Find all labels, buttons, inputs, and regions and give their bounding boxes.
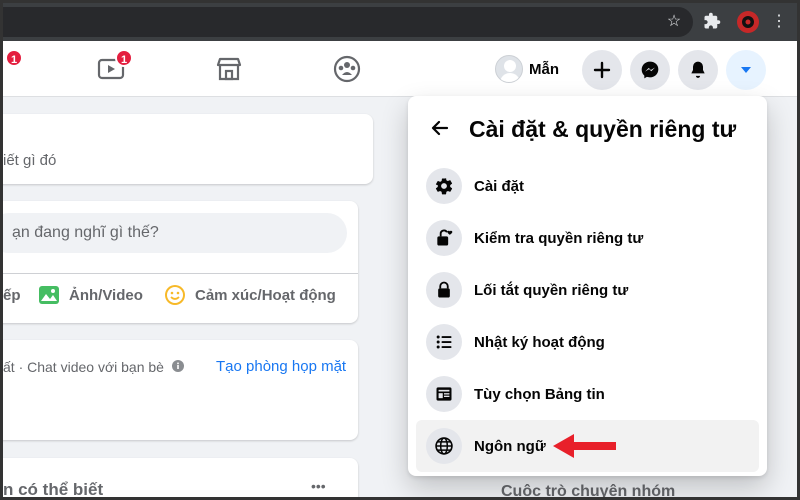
menu-item-settings[interactable]: Cài đặt bbox=[416, 160, 759, 212]
menu-item-label: Tùy chọn Bảng tin bbox=[474, 385, 605, 403]
lock-icon bbox=[426, 272, 462, 308]
menu-item-label: Nhật ký hoạt động bbox=[474, 333, 605, 351]
gear-icon bbox=[426, 168, 462, 204]
address-bar[interactable] bbox=[3, 7, 693, 37]
photo-icon bbox=[39, 286, 59, 304]
menu-item-privacy-checkup[interactable]: Kiểm tra quyền riêng tư bbox=[416, 212, 759, 264]
caret-down-icon bbox=[741, 67, 751, 73]
photo-video-button[interactable]: Ảnh/Video bbox=[37, 282, 143, 308]
menu-item-label: Ngôn ngữ bbox=[474, 437, 546, 455]
photo-video-label: Ảnh/Video bbox=[69, 286, 143, 304]
composer-input[interactable]: ạn đang nghĩ gì thế? bbox=[3, 213, 347, 253]
lock-heart-icon bbox=[426, 220, 462, 256]
menu-item-label: Kiểm tra quyền riêng tư bbox=[474, 229, 644, 247]
menu-item-label: Cài đặt bbox=[474, 177, 525, 195]
watch-badge: 1 bbox=[115, 49, 133, 67]
account-menu-button[interactable] bbox=[726, 50, 766, 90]
menu-title: Cài đặt & quyền riêng tư bbox=[469, 116, 737, 142]
back-arrow-icon[interactable] bbox=[426, 114, 454, 142]
menu-item-label: Lối tắt quyền riêng tư bbox=[474, 281, 629, 299]
settings-privacy-menu: Cài đặt & quyền riêng tư Cài đặt Kiểm tr… bbox=[408, 96, 767, 476]
group-chat-heading: Cuộc trò chuyện nhóm bbox=[501, 483, 676, 497]
live-video-label: ếp bbox=[3, 286, 21, 304]
red-arrow-annotation bbox=[553, 434, 616, 458]
browser-toolbar: ☆ ⋮ bbox=[3, 3, 797, 41]
notification-badge: 1 bbox=[5, 49, 23, 67]
rooms-card: ất · Chat video với bạn bè Tạo phòng họp… bbox=[3, 340, 358, 440]
messenger-button[interactable] bbox=[630, 50, 670, 90]
watch-icon[interactable]: 1 bbox=[95, 49, 133, 85]
marketplace-icon[interactable] bbox=[213, 53, 245, 85]
info-icon[interactable] bbox=[172, 359, 184, 377]
profile-shortcut[interactable]: Mẫn bbox=[495, 49, 559, 89]
status-card: iết gì đó bbox=[3, 114, 373, 184]
menu-header: Cài đặt & quyền riêng tư bbox=[408, 96, 767, 164]
status-snippet: iết gì đó bbox=[3, 152, 57, 169]
menu-item-activity-log[interactable]: Nhật ký hoạt động bbox=[416, 316, 759, 368]
extension-icon[interactable] bbox=[702, 12, 722, 32]
star-icon[interactable]: ☆ bbox=[664, 12, 684, 32]
menu-item-privacy-shortcuts[interactable]: Lối tắt quyền riêng tư bbox=[416, 264, 759, 316]
people-heading: n có thể biết bbox=[3, 480, 104, 497]
feeling-label: Cảm xúc/Hoạt động bbox=[195, 286, 336, 304]
smiley-icon bbox=[165, 285, 185, 305]
create-button[interactable] bbox=[582, 50, 622, 90]
rooms-text: ất · Chat video với bạn bè bbox=[3, 359, 164, 375]
create-room-link[interactable]: Tạo phòng họp mặt bbox=[216, 358, 346, 375]
bell-icon bbox=[691, 61, 705, 78]
menu-item-news-feed-preferences[interactable]: Tùy chọn Bảng tin bbox=[416, 368, 759, 420]
avatar bbox=[495, 55, 523, 83]
more-options-icon[interactable]: ••• bbox=[311, 478, 326, 494]
nav-home-icon[interactable]: 1 bbox=[3, 49, 23, 85]
notifications-button[interactable] bbox=[678, 50, 718, 90]
people-card: n có thể biết ••• bbox=[3, 458, 358, 497]
composer-card: ạn đang nghĩ gì thế? ếp Ảnh/Video Cảm xú… bbox=[3, 201, 358, 323]
menu-icon[interactable]: ⋮ bbox=[769, 12, 789, 32]
plus-icon bbox=[593, 61, 611, 79]
list-icon bbox=[426, 324, 462, 360]
live-video-button[interactable]: ếp bbox=[3, 282, 21, 308]
composer-actions: ếp Ảnh/Video Cảm xúc/Hoạt động bbox=[3, 273, 358, 313]
groups-icon[interactable] bbox=[331, 53, 363, 85]
profile-name: Mẫn bbox=[529, 60, 559, 78]
profile-icon[interactable] bbox=[736, 10, 760, 34]
facebook-header: 1 1 Mẫn bbox=[3, 41, 797, 97]
messenger-icon bbox=[641, 61, 659, 79]
browser-window: ☆ ⋮ 1 1 Mẫn iết gì đó ạn đang nghĩ gì th… bbox=[3, 3, 797, 497]
feeling-button[interactable]: Cảm xúc/Hoạt động bbox=[163, 282, 336, 308]
feed-icon bbox=[426, 376, 462, 412]
globe-icon bbox=[426, 428, 462, 464]
